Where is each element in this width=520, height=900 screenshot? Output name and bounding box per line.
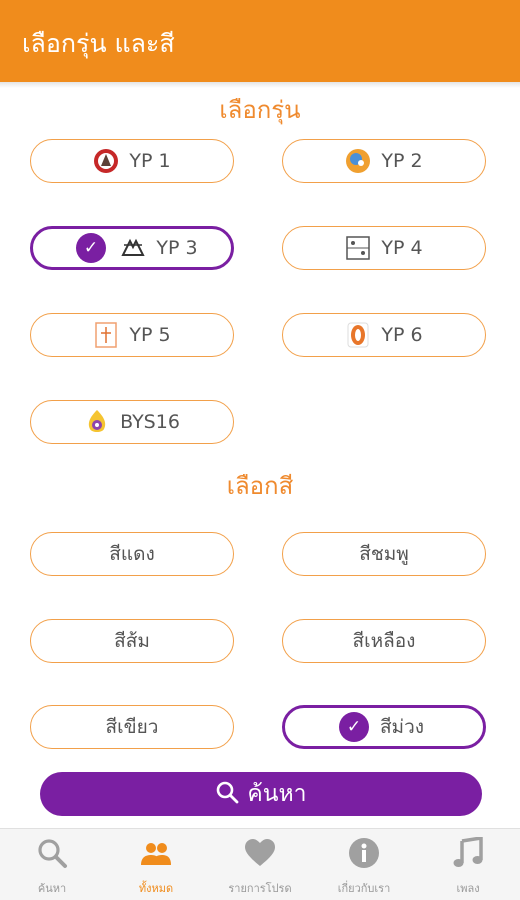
search-button[interactable]: ค้นหา — [40, 772, 482, 816]
search-icon — [36, 837, 68, 869]
nav-item-music[interactable]: เพลง — [416, 829, 520, 900]
nav-label: รายการโปรด — [228, 882, 292, 895]
color-section-title: เลือกสี — [226, 472, 294, 500]
color-option-purple[interactable]: ✓ สีม่วง — [282, 705, 486, 749]
model-option-yp5[interactable]: YP 5 — [30, 313, 234, 357]
color-option-yellow[interactable]: สีเหลือง — [282, 619, 486, 663]
yp4-box-logo-icon — [345, 235, 371, 261]
app-bar-title: เลือกรุ่น และสี — [22, 29, 175, 58]
model-label: YP 3 — [156, 237, 198, 259]
nav-item-all[interactable]: ทั้งหมด — [104, 829, 208, 900]
search-button-label: ค้นหา — [247, 781, 307, 807]
model-label: YP 4 — [381, 237, 423, 259]
orange-crest-icon — [93, 322, 119, 348]
model-label: YP 6 — [381, 324, 423, 346]
model-option-bys16[interactable]: BYS16 — [30, 400, 234, 444]
model-label: YP 2 — [381, 150, 423, 172]
model-section-title: เลือกรุ่น — [219, 96, 301, 124]
color-option-pink[interactable]: สีชมพู — [282, 532, 486, 576]
bottom-navigation: ค้นหา ทั้งหมด รายการโปรด เกี่ยวกับเรา เพ… — [0, 828, 520, 900]
nav-label: เกี่ยวกับเรา — [337, 882, 391, 895]
blue-orange-emblem-icon — [345, 148, 371, 174]
model-option-yp1[interactable]: YP 1 — [30, 139, 234, 183]
color-label: สีเหลือง — [352, 630, 416, 652]
heart-icon — [244, 837, 276, 869]
music-note-icon — [452, 835, 484, 869]
nav-item-search[interactable]: ค้นหา — [0, 829, 104, 900]
color-label: สีส้ม — [114, 630, 150, 652]
people-icon — [140, 837, 172, 869]
app-bar-shadow — [0, 82, 520, 88]
nav-label: ค้นหา — [37, 882, 67, 895]
app-bar: เลือกรุ่น และสี — [0, 0, 520, 82]
red-crest-icon — [93, 148, 119, 174]
model-option-yp6[interactable]: YP 6 — [282, 313, 486, 357]
model-label: YP 5 — [129, 324, 171, 346]
color-option-green[interactable]: สีเขียว — [30, 705, 234, 749]
model-option-yp3[interactable]: ✓ YP 3 — [30, 226, 234, 270]
yellow-purple-badge-icon — [84, 409, 110, 435]
model-label: YP 1 — [129, 150, 171, 172]
nav-label: เพลง — [456, 882, 480, 895]
orange-emblem-icon — [345, 322, 371, 348]
model-option-yp2[interactable]: YP 2 — [282, 139, 486, 183]
search-icon — [215, 780, 239, 808]
color-label: สีแดง — [109, 543, 155, 565]
model-label: BYS16 — [120, 411, 180, 433]
nav-item-about[interactable]: เกี่ยวกับเรา — [312, 829, 416, 900]
nav-item-favorites[interactable]: รายการโปรด — [208, 829, 312, 900]
black-crest-icon — [120, 235, 146, 261]
color-label: สีม่วง — [379, 716, 425, 738]
color-option-orange[interactable]: สีส้ม — [30, 619, 234, 663]
info-icon — [348, 837, 380, 869]
color-label: สีชมพู — [359, 543, 409, 565]
color-label: สีเขียว — [105, 716, 159, 738]
model-option-yp4[interactable]: YP 4 — [282, 226, 486, 270]
nav-label: ทั้งหมด — [138, 882, 174, 895]
color-option-red[interactable]: สีแดง — [30, 532, 234, 576]
